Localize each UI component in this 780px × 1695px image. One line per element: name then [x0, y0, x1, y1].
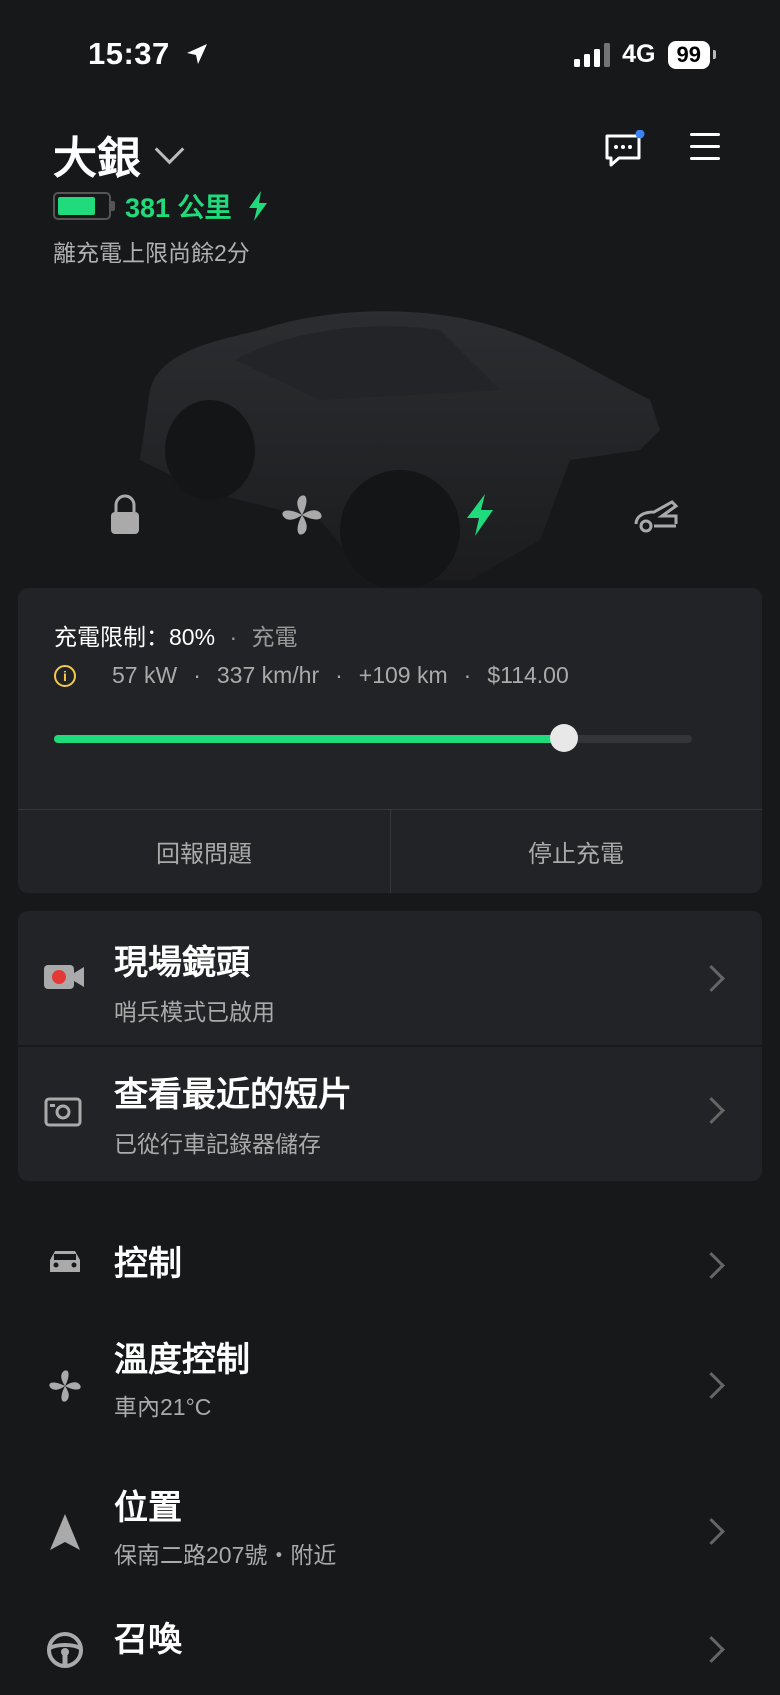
status-time: 15:37 — [88, 36, 209, 72]
charge-rate: 337 km/hr — [216, 662, 320, 688]
location-row[interactable]: 位置 保南二路207號・附近 — [0, 1478, 780, 1588]
bolt-icon — [248, 190, 267, 221]
slider-thumb[interactable] — [550, 724, 579, 752]
messages-button[interactable] — [603, 129, 645, 172]
location-subtitle: 保南二路207號・附近 — [114, 1542, 337, 1568]
charge-limit-slider[interactable] — [54, 724, 692, 752]
chevron-right-icon — [698, 1518, 725, 1545]
stop-charging-button[interactable]: 停止充電 — [390, 809, 762, 893]
charge-limit-label: 充電限制：80% — [54, 624, 216, 650]
chevron-right-icon — [698, 1252, 725, 1279]
climate-subtitle: 車內21°C — [114, 1394, 212, 1420]
charge-power: 57 kW — [112, 662, 178, 688]
network-label: 4G — [622, 40, 656, 68]
charge-added: +109 km — [358, 662, 448, 688]
slider-fill — [54, 735, 565, 743]
summon-row[interactable]: 召喚 — [0, 1612, 780, 1692]
vehicle-name: 大銀 — [53, 134, 141, 183]
charging-card: 充電限制：80% · 充電 i 57 kW · 337 km/hr · +109… — [18, 588, 762, 893]
time-text: 15:37 — [88, 36, 170, 71]
camera-card: 現場鏡頭 哨兵模式已啟用 查看最近的短片 已從行車記錄器儲存 — [18, 911, 762, 1181]
separator: · — [229, 624, 238, 650]
recent-clips-subtitle: 已從行車記錄器儲存 — [114, 1131, 321, 1157]
fan-icon[interactable] — [277, 490, 327, 540]
charge-limit-line[interactable]: 充電限制：80% · 充電 — [54, 618, 298, 652]
battery-status: 99 — [667, 40, 717, 69]
range-text: 381 公里 — [125, 193, 232, 223]
menu-icon — [690, 133, 720, 160]
signal-icon — [574, 42, 611, 67]
separator: · — [193, 662, 201, 688]
vehicle-image — [140, 311, 660, 590]
location-title: 位置 — [114, 1489, 182, 1527]
charge-cost: $114.00 — [487, 662, 569, 688]
video-camera-icon — [44, 965, 84, 989]
live-camera-row[interactable]: 現場鏡頭 哨兵模式已啟用 — [18, 911, 762, 1045]
navigation-icon — [50, 1514, 80, 1550]
menu-button[interactable] — [690, 133, 720, 169]
chevron-right-icon — [698, 1372, 725, 1399]
chevron-down-icon — [154, 134, 185, 164]
summon-title: 召喚 — [114, 1621, 182, 1659]
steering-wheel-icon — [47, 1632, 83, 1668]
chevron-right-icon — [698, 1636, 725, 1663]
frunk-icon[interactable] — [632, 490, 682, 540]
charge-bolt-icon[interactable] — [455, 490, 505, 540]
climate-title: 溫度控制 — [114, 1341, 250, 1379]
chevron-right-icon — [698, 1097, 725, 1124]
location-arrow-icon — [186, 44, 207, 64]
controls-title: 控制 — [114, 1245, 182, 1283]
vehicle-selector[interactable]: 大銀 — [53, 122, 185, 186]
report-issue-button[interactable]: 回報問題 — [18, 809, 390, 893]
car-icon — [50, 1251, 80, 1272]
status-indicators: 4G 99 — [574, 40, 717, 69]
range-row: 381 公里 — [53, 186, 270, 225]
charge-time-note: 離充電上限尚餘2分 — [53, 240, 250, 266]
charge-state: 充電 — [251, 624, 298, 650]
fan-icon — [49, 1370, 81, 1402]
info-icon[interactable]: i — [54, 664, 76, 687]
camera-icon — [44, 1097, 82, 1127]
recent-clips-row[interactable]: 查看最近的短片 已從行車記錄器儲存 — [18, 1047, 762, 1181]
message-icon — [605, 129, 645, 167]
battery-icon — [53, 191, 115, 220]
separator: · — [335, 662, 343, 688]
separator: · — [463, 662, 472, 688]
live-camera-title: 現場鏡頭 — [114, 944, 250, 982]
climate-row[interactable]: 溫度控制 車內21°C — [0, 1328, 780, 1438]
lock-icon[interactable] — [100, 490, 150, 540]
recent-clips-title: 查看最近的短片 — [114, 1076, 352, 1114]
live-camera-subtitle: 哨兵模式已啟用 — [114, 999, 275, 1025]
chevron-right-icon — [698, 965, 725, 992]
controls-row[interactable]: 控制 — [0, 1230, 780, 1310]
charge-stats-line: i 57 kW · 337 km/hr · +109 km · $114.00 — [54, 662, 569, 689]
